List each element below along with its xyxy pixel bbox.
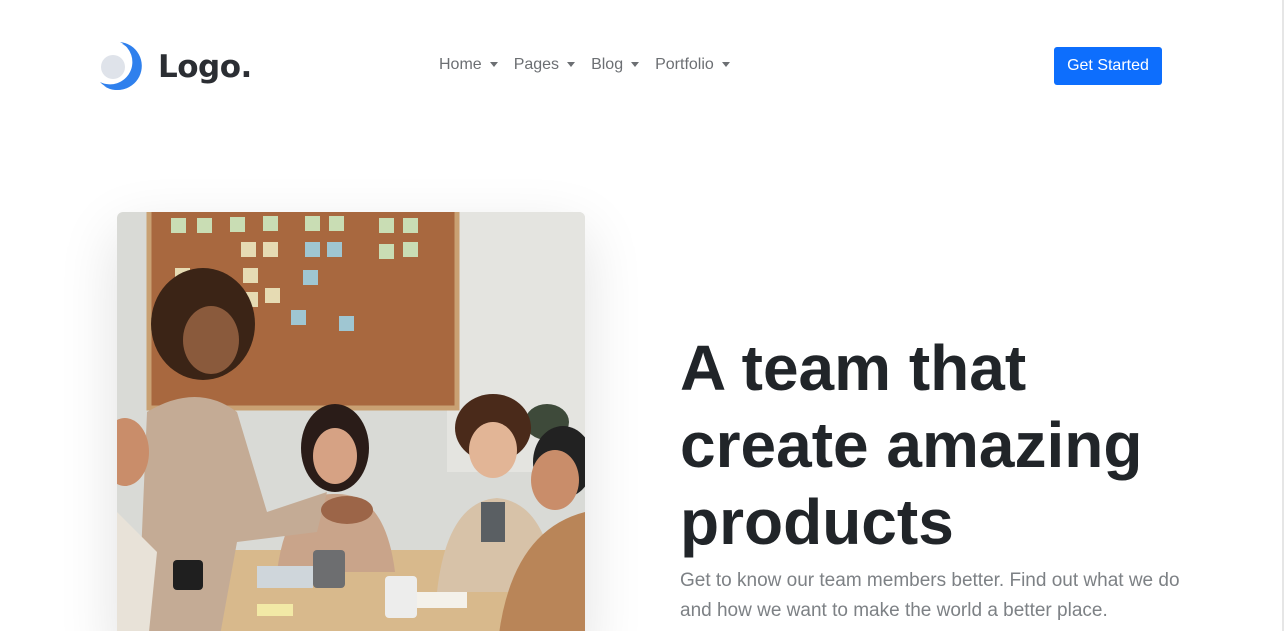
main-nav: Home Pages Blog Portfolio <box>439 55 746 75</box>
chevron-down-icon <box>721 61 730 67</box>
brand-name: Logo. <box>158 48 252 85</box>
nav-item-label: Home <box>439 56 482 73</box>
crescent-logo-icon <box>100 42 142 91</box>
nav-item-label: Portfolio <box>655 56 714 73</box>
nav-item-blog[interactable]: Blog <box>591 55 640 75</box>
chevron-down-icon <box>489 61 498 67</box>
nav-item-home[interactable]: Home <box>439 55 498 75</box>
nav-item-label: Pages <box>513 56 560 73</box>
hero-title: A team that create amazing products <box>680 332 1143 558</box>
nav-item-label: Blog <box>591 56 624 73</box>
navbar: Logo. Home Pages Blog Portfolio Get Star… <box>0 0 1284 130</box>
brand-logo-link[interactable]: Logo. <box>100 42 252 92</box>
team-meeting-photo <box>117 212 585 631</box>
hero-subtitle: Get to know our team members better. Fin… <box>680 570 1180 621</box>
get-started-button[interactable]: Get Started <box>1054 47 1162 85</box>
nav-item-pages[interactable]: Pages <box>513 55 576 75</box>
chevron-down-icon <box>631 61 640 67</box>
nav-item-portfolio[interactable]: Portfolio <box>655 55 730 75</box>
chevron-down-icon <box>567 61 576 67</box>
